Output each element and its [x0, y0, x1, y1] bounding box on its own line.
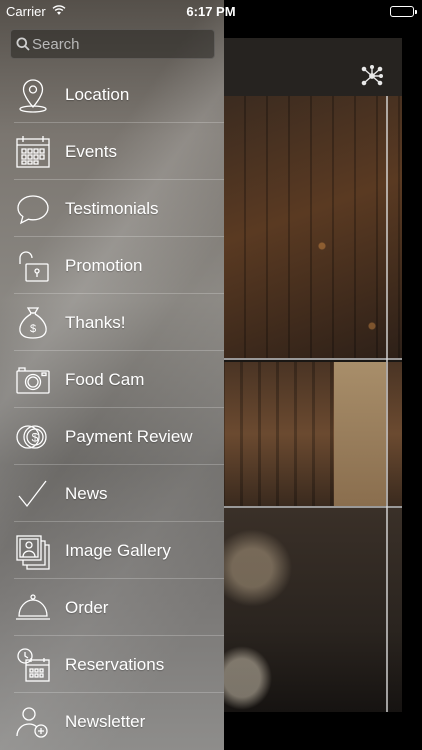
side-drawer: Location Events Testimonials Promotion $…: [0, 0, 224, 750]
menu-item-label: Reservations: [65, 655, 165, 674]
status-bar: Carrier 6:17 PM: [0, 0, 422, 22]
menu-item-reservations[interactable]: Reservations: [0, 636, 224, 693]
menu-item-label: Location: [65, 85, 130, 104]
menu-item-promotion[interactable]: Promotion: [0, 237, 224, 294]
menu-item-label: Food Cam: [65, 370, 145, 389]
restaurant-photo[interactable]: [222, 362, 402, 506]
restaurant-photo[interactable]: [222, 508, 402, 712]
menu-item-thanks[interactable]: $ Thanks!: [0, 294, 224, 351]
background-header: [222, 38, 402, 96]
menu-item-label: Promotion: [65, 256, 143, 275]
search-input[interactable]: [32, 30, 212, 58]
clock: 6:17 PM: [186, 4, 236, 19]
menu-item-label: Events: [65, 142, 117, 161]
photo-divider: [386, 96, 388, 712]
menu-item-label: Testimonials: [65, 199, 159, 218]
search-bar[interactable]: [10, 29, 215, 59]
menu-item-payment-review[interactable]: $ Payment Review: [0, 408, 224, 465]
svg-text:$: $: [30, 323, 36, 335]
camera-icon: [14, 361, 52, 399]
photo-stack-icon: [14, 532, 52, 570]
menu-item-order[interactable]: Order: [0, 579, 224, 636]
svg-text:$: $: [32, 431, 39, 445]
background-content-panel: [222, 38, 402, 712]
photo-divider: [222, 358, 402, 360]
add-user-icon: [14, 703, 52, 741]
menu-item-label: Image Gallery: [65, 541, 171, 560]
menu-item-testimonials[interactable]: Testimonials: [0, 180, 224, 237]
menu-item-location[interactable]: Location: [0, 66, 224, 123]
calendar-icon: [14, 133, 52, 171]
menu-item-events[interactable]: Events: [0, 123, 224, 180]
coins-icon: $: [14, 418, 52, 456]
menu-item-label: Newsletter: [65, 712, 146, 731]
menu-item-food-cam[interactable]: Food Cam: [0, 351, 224, 408]
menu-item-label: Order: [65, 598, 109, 617]
menu-item-label: Thanks!: [65, 313, 126, 332]
menu-item-image-gallery[interactable]: Image Gallery: [0, 522, 224, 579]
restaurant-photo[interactable]: [222, 96, 402, 358]
calendar-clock-icon: [14, 646, 52, 684]
serving-cloche-icon: [14, 589, 52, 627]
menu-list: Location Events Testimonials Promotion $…: [0, 66, 224, 750]
battery-icon: [390, 6, 417, 17]
menu-item-news[interactable]: News: [0, 465, 224, 522]
map-pin-icon: [14, 76, 52, 114]
unlocked-padlock-icon: [14, 247, 52, 285]
menu-item-newsletter[interactable]: Newsletter: [0, 693, 224, 750]
search-icon: [16, 37, 30, 51]
checkmark-icon: [14, 475, 52, 513]
menu-item-label: Payment Review: [65, 427, 193, 446]
speech-bubble-icon: [14, 190, 52, 228]
menu-item-label: News: [65, 484, 108, 503]
money-bag-icon: $: [14, 304, 52, 342]
network-share-icon[interactable]: [360, 64, 384, 88]
